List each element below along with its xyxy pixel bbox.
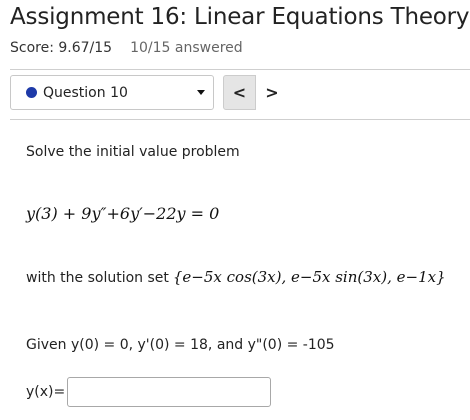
score-text: Score: 9.67/15	[10, 40, 113, 56]
caret-down-icon	[197, 90, 205, 95]
question-divider	[10, 119, 470, 120]
solution-set-row: with the solution set {e−5x cos(3x), e−5x…	[26, 268, 446, 286]
chevron-left-icon: <	[232, 83, 247, 102]
question-nav-buttons: < >	[223, 75, 289, 110]
next-question-button[interactable]: >	[256, 75, 289, 110]
question-status-dot	[26, 87, 37, 98]
question-selector[interactable]: Question 10	[10, 75, 214, 110]
chevron-right-icon: >	[265, 83, 279, 102]
previous-question-button[interactable]: <	[223, 75, 256, 110]
initial-conditions: Given y(0) = 0, y'(0) = 18, and y"(0) = …	[26, 337, 335, 353]
answer-label: y(x)=	[26, 384, 66, 400]
page-title: Assignment 16: Linear Equations Theory	[10, 4, 470, 30]
header-divider	[10, 69, 470, 70]
answer-input[interactable]	[67, 377, 272, 407]
solution-set-prefix: with the solution set	[26, 270, 169, 286]
score-row: Score: 9.67/15 10/15 answered	[10, 40, 243, 56]
answer-row: y(x)=	[26, 377, 272, 407]
answered-count: 10/15 answered	[130, 40, 243, 56]
differential-equation: y(3) + 9y″+6y′−22y = 0	[26, 204, 220, 223]
problem-prompt: Solve the initial value problem	[26, 144, 240, 160]
question-selector-label: Question 10	[43, 84, 128, 101]
solution-set-math: {e−5x cos(3x), e−5x sin(3x), e−1x}	[172, 268, 446, 286]
